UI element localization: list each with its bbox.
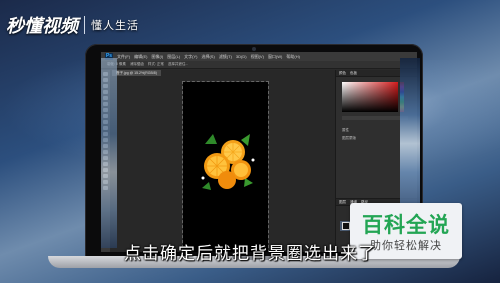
canvas-area[interactable]	[110, 76, 335, 252]
color-picker-field[interactable]	[342, 82, 398, 112]
webcam-icon	[252, 47, 256, 51]
watermark-divider	[84, 16, 85, 34]
menu-filter[interactable]: 滤镜(T)	[219, 54, 232, 60]
menu-layer[interactable]: 图层(L)	[167, 54, 180, 60]
menu-select[interactable]: 选择(S)	[201, 54, 214, 60]
menu-type[interactable]: 文字(Y)	[184, 54, 197, 60]
badge-title: 百科全说	[362, 214, 450, 237]
watermark-subtitle: 懂人生活	[91, 20, 139, 32]
menu-help[interactable]: 帮助(H)	[286, 54, 300, 60]
menu-window[interactable]: 窗口(W)	[268, 54, 282, 60]
menu-edit[interactable]: 编辑(E)	[134, 54, 147, 60]
properties-title: 属性	[342, 128, 349, 132]
tab-layers[interactable]: 图层	[339, 200, 346, 205]
option-style[interactable]: 样式: 正常	[148, 62, 164, 67]
tab-swatches[interactable]: 色板	[350, 71, 357, 76]
option-select-mask[interactable]: 选择并遮住...	[168, 62, 188, 67]
layer-thumbnail	[342, 222, 350, 230]
watermark: 秒懂视频 懂人生活	[6, 10, 139, 40]
menu-file[interactable]: 文件(F)	[117, 54, 130, 60]
document-canvas[interactable]	[182, 81, 269, 252]
wallpaper-left-strip	[101, 58, 117, 248]
video-subtitle: 点击确定后就把背景圈选出来了	[124, 244, 376, 263]
menu-3d[interactable]: 3D(D)	[236, 54, 247, 59]
menu-image[interactable]: 图像(I)	[151, 54, 163, 60]
tab-color[interactable]: 颜色	[339, 71, 346, 76]
watermark-logo: 秒懂视频	[6, 16, 78, 37]
swatch-row[interactable]	[342, 116, 408, 120]
oranges-image	[201, 134, 255, 190]
layer-mask-label: 图层蒙版	[342, 136, 356, 140]
ps-menubar: Ps 文件(F) 编辑(E) 图像(I) 图层(L) 文字(Y) 选择(S) 滤…	[101, 52, 417, 61]
ps-options-bar: 羽化: 0 像素 消除锯齿 样式: 正常 选择并遮住...	[101, 61, 417, 69]
menu-view[interactable]: 视图(V)	[251, 54, 264, 60]
option-antialias[interactable]: 消除锯齿	[130, 62, 144, 67]
